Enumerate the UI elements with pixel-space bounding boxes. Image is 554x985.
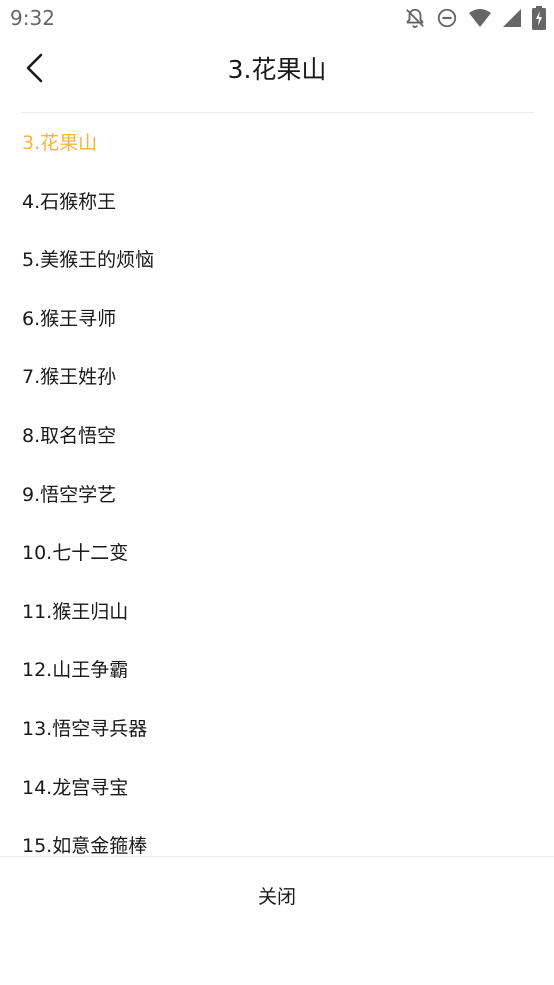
chapter-item[interactable]: 8.取名悟空 — [0, 407, 554, 466]
status-time: 9:32 — [10, 6, 55, 30]
footer-divider — [0, 856, 554, 857]
cell-signal-icon — [502, 8, 522, 28]
chapter-item[interactable]: 15.如意金箍棒 — [0, 817, 554, 856]
header-divider — [22, 112, 534, 113]
chapter-item[interactable]: 13.悟空寻兵器 — [0, 700, 554, 759]
do-not-disturb-icon — [436, 7, 458, 29]
page-title: 3.花果山 — [227, 55, 327, 84]
notifications-off-icon — [404, 7, 426, 29]
close-button[interactable]: 关闭 — [0, 870, 554, 924]
header: 3.花果山 — [0, 38, 554, 104]
wifi-icon — [468, 7, 492, 29]
chapter-item[interactable]: 7.猴王姓孙 — [0, 348, 554, 407]
back-button[interactable] — [18, 52, 50, 88]
chapter-item[interactable]: 5.美猴王的烦恼 — [0, 231, 554, 290]
chapter-item-active[interactable]: 3.花果山 — [0, 114, 554, 173]
chapter-item[interactable]: 4.石猴称王 — [0, 173, 554, 232]
chapter-list[interactable]: 3.花果山 4.石猴称王 5.美猴王的烦恼 6.猴王寻师 7.猴王姓孙 8.取名悟空 9.悟… — [0, 114, 554, 856]
chapter-item[interactable]: 9.悟空学艺 — [0, 466, 554, 525]
chapter-item[interactable]: 10.七十二变 — [0, 524, 554, 583]
status-icons — [404, 6, 546, 30]
battery-charging-icon — [532, 6, 546, 30]
chapter-selector-screen: 9:32 3.花果山 3.花果山 4.石猴称王 5.美猴王的烦恼 6.猴王寻师 … — [0, 0, 554, 985]
chevron-left-icon — [24, 52, 44, 88]
chapter-item[interactable]: 12.山王争霸 — [0, 641, 554, 700]
chapter-item[interactable]: 11.猴王归山 — [0, 583, 554, 642]
chapter-item[interactable]: 14.龙宫寻宝 — [0, 759, 554, 818]
chapter-item[interactable]: 6.猴王寻师 — [0, 290, 554, 349]
status-bar: 9:32 — [0, 0, 554, 38]
